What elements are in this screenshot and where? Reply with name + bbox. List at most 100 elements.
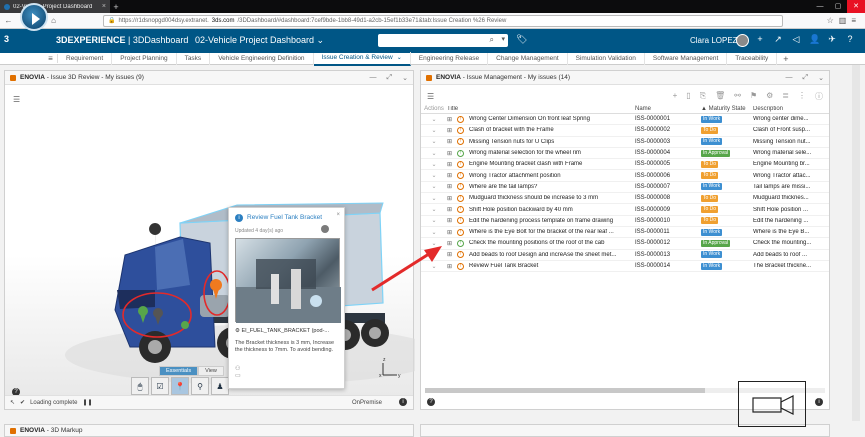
tab-essentials[interactable]: Essentials (159, 366, 199, 376)
issue-title[interactable]: Review Fuel Tank Bracket (469, 263, 635, 269)
maximize-icon[interactable]: ▢ (829, 0, 847, 13)
expand-icon[interactable]: ⊞ (447, 161, 457, 168)
row-actions-icon[interactable]: ⌄ (421, 150, 447, 157)
issue-title[interactable]: Wrong material selection for the wheel r… (469, 150, 635, 156)
notifications-icon[interactable]: ◁ (791, 34, 801, 45)
row-actions-icon[interactable]: ⌄ (421, 263, 447, 270)
row-actions-icon[interactable]: ⌄ (421, 229, 447, 236)
help-icon[interactable]: ? (845, 34, 855, 45)
expand-icon[interactable]: ⊞ (447, 229, 457, 236)
search-dropdown-icon[interactable]: ▾ (501, 35, 505, 43)
new-tab-icon[interactable]: + (110, 2, 122, 12)
filter-icon[interactable]: ⚑ (750, 91, 757, 102)
expand-icon[interactable]: ⊞ (447, 240, 457, 247)
home-icon[interactable]: ⌂ (48, 15, 59, 26)
add-tab-icon[interactable]: + (777, 54, 794, 64)
table-row[interactable]: ⌄ ⊞! Missing Tension nuts for U Clips ISS-0… (421, 137, 829, 148)
expand-icon[interactable]: ⊞ (447, 127, 457, 134)
settings-icon[interactable]: ⚙ (766, 91, 773, 102)
tab-issue-creation-review[interactable]: Issue Creation & Review ⌄ (313, 51, 411, 66)
table-row[interactable]: ⌄ ⊞! Clash of bracket with the Frame ISS-00… (421, 125, 829, 137)
pin-person-icon[interactable]: ♟ (211, 377, 229, 395)
table-row[interactable]: ⌄ ⊞! Where is the Eye Bolt for the bracket… (421, 227, 829, 239)
compass-icon[interactable] (20, 3, 48, 31)
row-actions-icon[interactable]: ⌄ (421, 183, 447, 190)
truck-3d-model[interactable]: x z y (5, 85, 415, 397)
apps-icon[interactable]: ✈ (827, 34, 837, 45)
expand-icon[interactable]: ⊞ (447, 172, 457, 179)
expand-widget-icon[interactable]: ⤢ (803, 74, 809, 82)
dashboard-name[interactable]: 02-Vehicle Project Dashboard (195, 35, 314, 45)
table-row[interactable]: ⌄ ⊞! Mudguard thickness should be increase… (421, 193, 829, 205)
pause-icon[interactable]: ❚❚ (82, 399, 92, 406)
issue-title[interactable]: Mudguard thickness should be increase to… (469, 195, 635, 201)
more-icon[interactable]: ⋮ (798, 91, 806, 102)
table-row[interactable]: ⌄ ⊞! Add beads to roof Design and increAse… (421, 250, 829, 261)
row-actions-icon[interactable]: ⌄ (421, 206, 447, 213)
select-tool-icon[interactable]: 🖱 (131, 377, 149, 395)
binoculars-icon[interactable]: ⚯ (734, 91, 741, 102)
dashboard-menu-icon[interactable]: ≡ (44, 54, 58, 63)
star-icon[interactable]: ☆ (827, 16, 834, 25)
tab-change-management[interactable]: Change Management (488, 52, 568, 65)
issue-title[interactable]: Add beads to roof Design and increAse th… (469, 252, 635, 258)
minimize-widget-icon[interactable]: — (370, 74, 377, 82)
window-close-icon[interactable]: ✕ (847, 0, 865, 13)
tag-icon[interactable]: 🏷 (516, 34, 527, 45)
expand-icon[interactable]: ⊞ (447, 116, 457, 123)
add-icon[interactable]: + (673, 91, 678, 102)
widget-menu-icon[interactable]: ⌄ (818, 74, 824, 82)
card-title[interactable]: Review Fuel Tank Bracket (247, 214, 322, 221)
card-thumbnail[interactable] (235, 238, 341, 323)
issue-title[interactable]: Where are the tail lamps? (469, 184, 635, 190)
tab-tasks[interactable]: Tasks (177, 52, 211, 65)
checkbox-tool-icon[interactable]: ☑ (151, 377, 169, 395)
scrollbar-thumb[interactable] (425, 388, 705, 393)
share-icon[interactable]: ↗ (773, 34, 783, 45)
tab-traceability[interactable]: Traceability (727, 52, 778, 65)
info-icon[interactable]: i (815, 398, 823, 406)
row-actions-icon[interactable]: ⌄ (421, 172, 447, 179)
row-actions-icon[interactable]: ⌄ (421, 116, 447, 123)
table-row[interactable]: ⌄ ⊞! Shift Hole position backward by 40 mm… (421, 204, 829, 216)
list-view-icon[interactable]: ≣ (782, 91, 789, 102)
table-row[interactable]: ⌄ ⊞! Review Fuel Tank Bracket ISS-0000014 In… (421, 261, 829, 273)
close-icon[interactable]: × (336, 212, 340, 218)
row-actions-icon[interactable]: ⌄ (421, 127, 447, 134)
tab-vehicle-engineering-definition[interactable]: Vehicle Engineering Definition (210, 52, 314, 65)
close-tab-icon[interactable]: × (102, 3, 106, 10)
document-icon[interactable]: ▯ (686, 91, 690, 102)
table-row[interactable]: ⌄ ⊞! Check the mounting positions of the r… (421, 238, 829, 250)
table-row[interactable]: ⌄ ⊞! Engine Mounting bracket clash with Fr… (421, 159, 829, 171)
3d-viewer[interactable]: ☰ x z y (5, 85, 415, 397)
tab-simulation-validation[interactable]: Simulation Validation (568, 52, 645, 65)
issue-title[interactable]: Edit the hardening process template on f… (469, 218, 635, 224)
row-actions-icon[interactable]: ⌄ (421, 217, 447, 224)
table-row[interactable]: ⌄ ⊞! Wrong Tractor attachment position ISS-… (421, 170, 829, 182)
tab-view[interactable]: View (198, 366, 224, 376)
col-name[interactable]: Name (635, 106, 701, 112)
widget-menu-icon[interactable]: ⌄ (402, 74, 408, 82)
chevron-down-icon[interactable]: ⌄ (397, 55, 402, 61)
expand-icon[interactable]: ⊞ (447, 206, 457, 213)
expand-icon[interactable]: ⊞ (447, 251, 457, 258)
delete-icon[interactable]: 🗑 (715, 91, 725, 102)
col-description[interactable]: Description (753, 106, 818, 112)
expand-icon[interactable]: ⊞ (447, 183, 457, 190)
search-input[interactable]: ⌕ ▾ (378, 34, 508, 47)
row-actions-icon[interactable]: ⌄ (421, 240, 447, 247)
expand-icon[interactable]: ⊞ (447, 138, 457, 145)
participants-icon[interactable]: ⚇ (235, 366, 240, 372)
tab-software-management[interactable]: Software Management (645, 52, 728, 65)
search-icon[interactable]: ⌕ (490, 35, 494, 45)
issue-title[interactable]: Missing Tension nuts for U Clips (469, 139, 635, 145)
row-actions-icon[interactable]: ⌄ (421, 195, 447, 202)
info-icon[interactable]: ⓘ (815, 91, 823, 102)
tab-requirement[interactable]: Requirement (58, 52, 113, 65)
avatar[interactable] (736, 34, 749, 47)
card-attachment[interactable]: ⚙ EI_FUEL_TANK_BRACKET (pod-... (235, 328, 329, 334)
row-actions-icon[interactable]: ⌄ (421, 138, 447, 145)
cursor-icon[interactable]: ↖ (10, 399, 15, 406)
sliders-icon[interactable]: ☰ (427, 92, 434, 101)
issue-preview-card[interactable]: i Review Fuel Tank Bracket × Updated 4 d… (228, 207, 345, 389)
